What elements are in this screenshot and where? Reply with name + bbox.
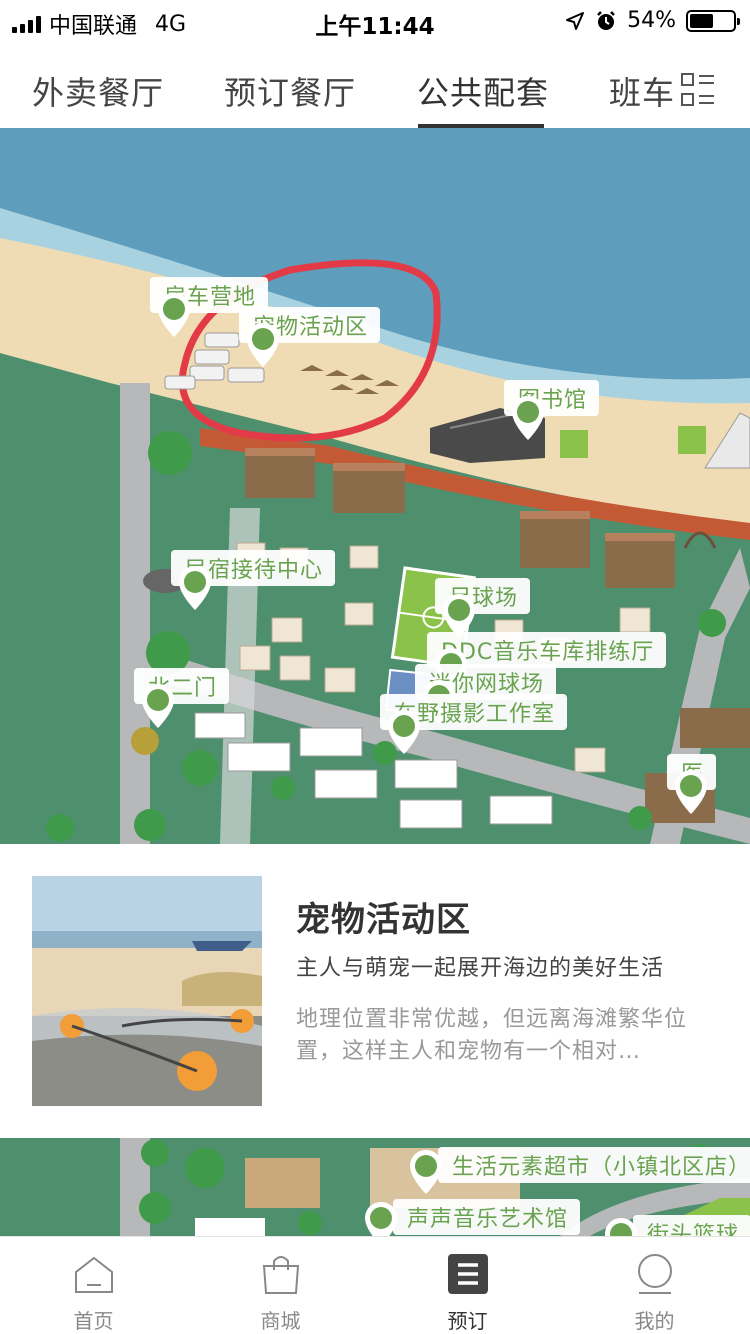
nav-item-booking[interactable]: 预订: [374, 1237, 561, 1334]
map-pin-icon: [675, 770, 707, 814]
facility-map[interactable]: 房车营地 宠物活动区 图书馆 民宿接待中心 足球场 DDC音乐车库排练厅 北二门…: [0, 128, 750, 844]
nav-label: 我的: [634, 1309, 675, 1333]
map-pin-icon: [247, 323, 279, 367]
facility-map-next[interactable]: 生活元素超市（小镇北区店） 声声音乐艺术馆 街头篮球: [0, 1138, 750, 1236]
marker-label: 生活元素超市（小镇北区店）: [438, 1147, 750, 1183]
marker-north-gate-2[interactable]: 北二门: [134, 668, 230, 728]
marker-supermarket[interactable]: 生活元素超市（小镇北区店）: [408, 1147, 750, 1196]
shopping-bag-icon: [262, 1256, 300, 1294]
alarm-icon: [597, 10, 615, 30]
booking-list-icon: [448, 1254, 488, 1294]
grid-menu-icon[interactable]: [680, 72, 716, 108]
facility-detail-card[interactable]: 宠物活动区 主人与萌宠一起展开海边的美好生活 地理位置非常优越，但远离海滩繁华位…: [0, 844, 750, 1138]
map-pin-icon: [388, 710, 420, 754]
nav-label: 商城: [260, 1309, 301, 1333]
map-pin-icon: [158, 293, 190, 337]
battery-icon: [686, 9, 740, 32]
tab-reserve-restaurant[interactable]: 预订餐厅: [224, 68, 356, 114]
facility-subtitle: 主人与萌宠一起展开海边的美好生活: [296, 956, 665, 981]
marker-music-art-hall[interactable]: 声声音乐艺术馆: [363, 1199, 581, 1236]
marker-photo-studio[interactable]: 在野摄影工作室: [380, 694, 568, 754]
facility-description: 地理位置非常优越，但远离海滩繁华位置，这样主人和宠物有一个相对…: [296, 1007, 688, 1064]
nav-label: 首页: [73, 1309, 114, 1333]
map-pin-icon: [142, 684, 174, 728]
marker-label: 声声音乐艺术馆: [393, 1199, 581, 1235]
tab-takeout-restaurant[interactable]: 外卖餐厅: [32, 68, 164, 114]
category-tabs: 外卖餐厅 预订餐厅 公共配套 班车: [0, 40, 750, 128]
home-icon: [75, 1256, 113, 1293]
nav-item-profile[interactable]: 我的: [561, 1237, 748, 1334]
map-illustration: [0, 128, 750, 844]
tab-shuttle-bus[interactable]: 班车: [609, 68, 675, 114]
status-bar: 中国联通 4G 上午11:44 54%: [0, 0, 750, 40]
bottom-navigation: 首页 商城 预订 我的: [0, 1236, 750, 1334]
location-arrow-icon: [566, 11, 585, 30]
map-pin-icon: [365, 1202, 397, 1236]
status-right: 54%: [565, 8, 740, 33]
facility-photo: [32, 876, 262, 1106]
map-pin-icon: [410, 1150, 442, 1194]
battery-fill: [690, 13, 713, 28]
profile-icon: [638, 1254, 672, 1294]
marker-medical[interactable]: 医: [667, 754, 717, 814]
marker-library[interactable]: 图书馆: [504, 380, 600, 440]
nav-item-mall[interactable]: 商城: [187, 1237, 374, 1334]
map-pin-icon: [512, 396, 544, 440]
map-pin-icon: [605, 1218, 637, 1236]
map-pin-icon: [179, 566, 211, 610]
marker-football-field[interactable]: 足球场: [435, 578, 531, 638]
nav-item-home[interactable]: 首页: [0, 1237, 187, 1334]
tab-public-facilities[interactable]: 公共配套: [417, 68, 549, 114]
battery-percent: 54%: [627, 8, 676, 33]
facility-title: 宠物活动区: [296, 900, 471, 940]
marker-label: 街头篮球: [633, 1215, 750, 1236]
marker-guesthouse-reception[interactable]: 民宿接待中心: [171, 550, 336, 610]
nav-label: 预订: [447, 1309, 488, 1333]
marker-pet-area[interactable]: 宠物活动区: [239, 307, 381, 367]
marker-street-basketball[interactable]: 街头篮球: [603, 1215, 750, 1236]
